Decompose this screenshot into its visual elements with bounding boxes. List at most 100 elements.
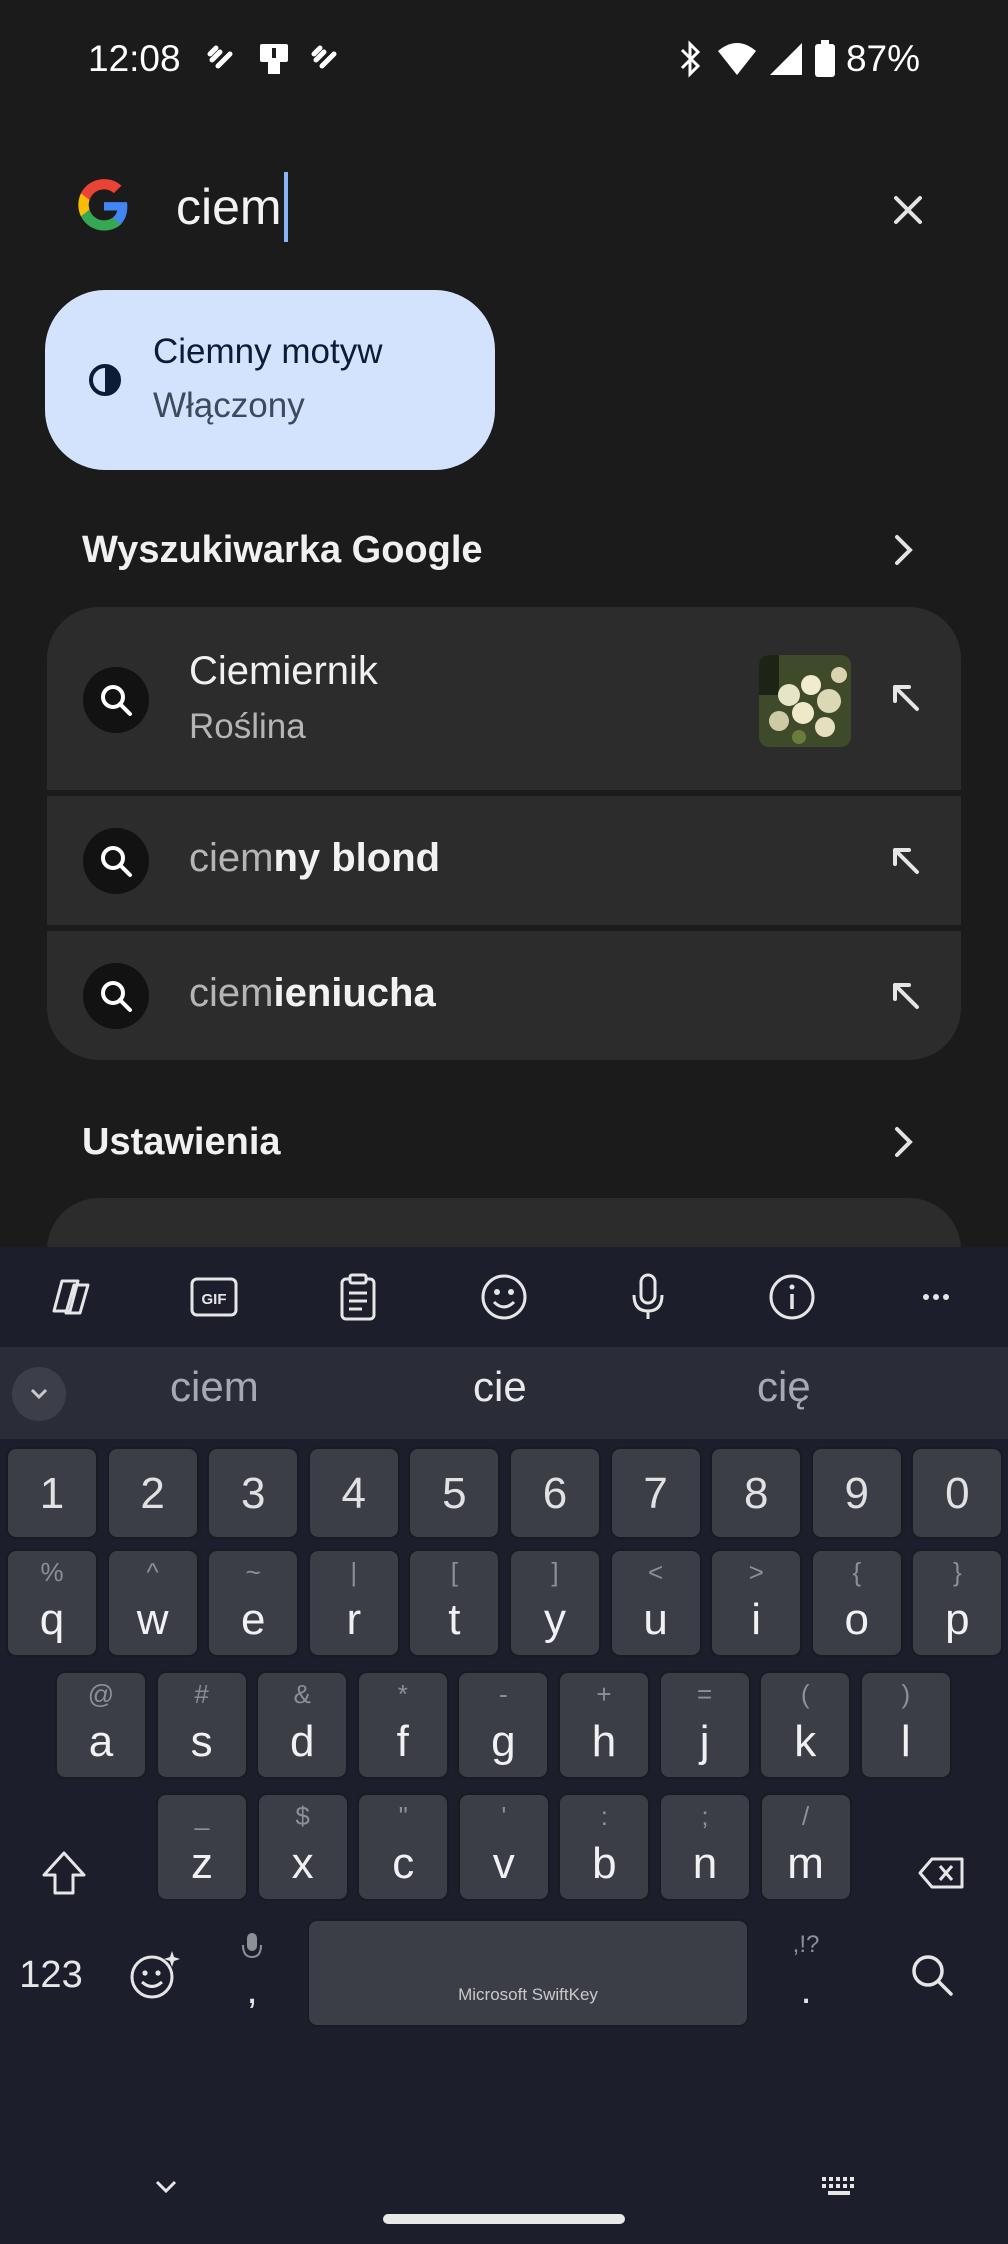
key-3[interactable]: 3 [207,1447,300,1539]
key-9[interactable]: 9 [810,1447,903,1539]
key-t[interactable]: [t [408,1549,501,1657]
word-suggestion[interactable]: cie [473,1363,527,1411]
home-indicator[interactable] [383,2214,625,2224]
search-bar[interactable]: ciem [0,160,1008,256]
comma-key[interactable]: , [226,1919,278,2029]
key-b[interactable]: :b [558,1793,651,1901]
shift-key[interactable] [28,1825,100,1921]
hide-keyboard-icon[interactable] [146,2167,186,2207]
key-label: h [591,1717,617,1766]
key-y[interactable]: ] y [509,1549,601,1657]
word-suggestion[interactable]: ciem [170,1363,259,1411]
wifi-icon [717,43,756,75]
key-label: p [945,1595,970,1644]
key-1[interactable]: 1 [6,1447,98,1539]
key-hint: * [397,1679,408,1709]
key-p[interactable]: } p [911,1549,1004,1657]
suggestion-item[interactable]: Ciemiernik Roślina [47,607,961,790]
key-4[interactable]: 4 [307,1447,400,1539]
fill-query-arrow-icon[interactable] [887,977,923,1013]
key-label: d [289,1717,315,1766]
microphone-icon[interactable] [622,1271,674,1323]
key-u[interactable]: < u [609,1549,702,1657]
key-5[interactable]: 5 [408,1447,501,1539]
key-0[interactable]: 0 [911,1447,1004,1539]
key-w[interactable]: ^ w [106,1549,199,1657]
key-hint: @ [87,1679,115,1709]
key-6[interactable]: 6 [509,1447,601,1539]
system-icons: 87% [676,38,920,80]
key-hint: _ [194,1801,210,1831]
key-n[interactable]: ; n [659,1793,751,1901]
search-key[interactable] [896,1927,968,2023]
signal-icon [769,43,802,75]
fill-query-arrow-icon[interactable] [887,842,923,878]
key-hint: ( [800,1679,810,1709]
key-a[interactable]: @ a [55,1671,147,1779]
key-8[interactable]: 8 [710,1447,803,1539]
key-j[interactable]: = j [658,1671,751,1779]
keyboard: GIF ciem cie cię 1 2 3 4 5 6 7 8 9 0% q ^ w ~ e | r[t] y <… [0,1247,1008,2244]
notification-icons [206,40,342,76]
collapse-suggestions-button[interactable] [12,1367,66,1421]
space-bar[interactable]: Microsoft SwiftKey [307,1919,749,2027]
copilot-icon[interactable] [44,1271,96,1323]
key-hint: { [852,1557,862,1587]
key-f[interactable]: * f [356,1671,449,1779]
google-search-section-header[interactable]: Wyszukiwarka Google [0,515,1008,585]
key-d[interactable]: & d [256,1671,349,1779]
key-i[interactable]: > i [710,1549,803,1657]
key-label: 1 [39,1469,65,1518]
key-label: 0 [945,1469,970,1518]
period-key[interactable]: ,!? . [780,1919,832,2029]
key-label: t [448,1595,461,1644]
gif-button[interactable]: GIF [188,1271,240,1323]
key-m[interactable]: / m [759,1793,852,1901]
completion-part: ny blond [273,836,441,880]
key-o[interactable]: {o [810,1549,903,1657]
key-c[interactable]: " c [357,1793,450,1901]
key-z[interactable]: _ z [156,1793,248,1901]
key-s[interactable]: # s [155,1671,248,1779]
key-e[interactable]: ~ e [207,1549,300,1657]
emoji-icon[interactable] [478,1271,530,1323]
suggestion-item[interactable]: ciemny blond [47,796,961,925]
text-cursor [283,172,288,242]
key-label: u [643,1595,668,1644]
chevron-right-icon [895,535,913,565]
key-label: x [291,1839,314,1888]
key-hint: ~ [245,1557,261,1587]
key-v[interactable]: ' v [457,1793,550,1901]
key-x[interactable]: $ x [256,1793,349,1901]
backspace-key[interactable] [906,1825,978,1921]
search-icon [83,828,149,894]
suggestion-item[interactable]: ciemieniucha [47,931,961,1060]
key-7[interactable]: 7 [609,1447,702,1539]
settings-section-header[interactable]: Ustawienia [0,1107,1008,1177]
keyboard-switch-icon[interactable] [818,2167,862,2207]
period-label: . [800,1968,812,2012]
clipboard-icon[interactable] [332,1271,384,1323]
key-h[interactable]: + h [558,1671,650,1779]
key-g[interactable]: -g [457,1671,550,1779]
key-k[interactable]: (k [759,1671,852,1779]
key-label: q [39,1595,65,1644]
status-time: 12:08 [88,38,181,79]
word-suggestion[interactable]: cię [757,1363,811,1411]
dark-theme-quick-setting[interactable]: Ciemny motyw Włączony [45,290,495,470]
search-input[interactable]: ciem [176,172,288,242]
numbers-switch-key[interactable]: 123 [8,1927,94,2023]
fill-query-arrow-icon[interactable] [887,679,923,715]
typed-part: ciem [189,971,274,1015]
info-icon[interactable] [766,1271,818,1323]
key-label: j [699,1717,710,1766]
key-2[interactable]: 2 [106,1447,199,1539]
key-r[interactable]: | r [307,1549,400,1657]
key-l[interactable]: ) l [859,1671,952,1779]
key-q[interactable]: % q [6,1549,98,1657]
more-options-icon[interactable] [910,1271,962,1323]
clear-search-button[interactable] [880,182,936,238]
emoji-key[interactable] [120,1927,188,2023]
search-icon [83,963,149,1029]
key-label: k [794,1717,817,1766]
